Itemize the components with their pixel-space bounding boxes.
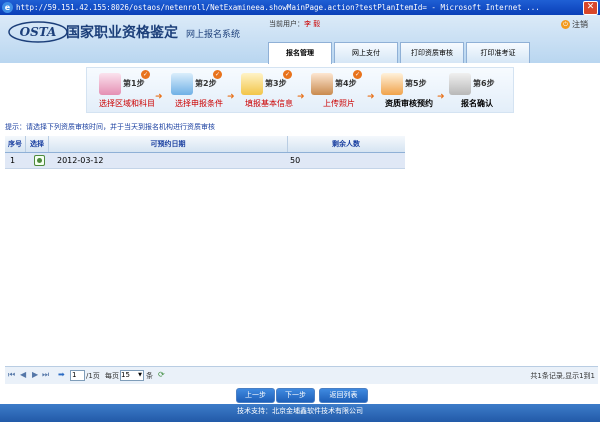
current-user-label: 当前用户： xyxy=(269,20,304,28)
progress-steps: 第1步 ✓ 选择区域和科目 ➜ 第2步 ✓ 选择申报条件 ➜ 第3步 ✓ 填报基… xyxy=(86,67,514,113)
row-index: 1 xyxy=(10,156,16,165)
photo-icon xyxy=(311,73,333,95)
last-page-icon[interactable]: ⏭ xyxy=(42,370,49,380)
per-page-value: 15 xyxy=(121,371,130,379)
per-page-label: 每页 xyxy=(105,372,119,380)
pen-icon xyxy=(449,73,471,95)
logo-text: OSTA xyxy=(20,25,57,39)
step-6: 第6步 报名确认 xyxy=(439,68,515,112)
browser-window: e http://59.151.42.155:8026/ostaos/neten… xyxy=(0,0,600,422)
current-user-name: 李 毅 xyxy=(304,20,321,28)
checklist-icon xyxy=(99,73,121,95)
logout-button[interactable]: ⏻ 注销 xyxy=(561,19,588,30)
refresh-icon[interactable]: ⟳ xyxy=(158,370,165,379)
step-name: 资质审核预约 xyxy=(385,99,433,108)
go-arrow-icon[interactable]: ➡ xyxy=(58,370,65,379)
table-header: 序号 选择 可预约日期 剩余人数 xyxy=(5,136,405,153)
next-step-button[interactable]: 下一步 xyxy=(276,388,315,403)
page-total: /1页 xyxy=(86,372,100,380)
step-name: 选择申报条件 xyxy=(175,99,223,108)
step-number: 第4步 xyxy=(335,79,357,88)
window-title: http://59.151.42.155:8026/ostaos/netenro… xyxy=(16,3,540,12)
step-number: 第2步 xyxy=(195,79,217,88)
tab-enroll-management[interactable]: 报名管理 xyxy=(268,42,332,64)
row-remaining: 50 xyxy=(290,156,301,165)
step-name: 选择区域和科目 xyxy=(99,99,155,108)
power-icon: ⏻ xyxy=(561,20,570,29)
step-name: 上传照片 xyxy=(323,99,355,108)
per-page-unit: 条 xyxy=(146,372,153,380)
step-5: 第5步 资质审核预约 xyxy=(371,68,447,112)
system-name: 网上报名系统 xyxy=(186,30,241,40)
tab-print-review[interactable]: 打印资质审核 xyxy=(400,42,464,63)
step-number: 第1步 xyxy=(123,79,145,88)
step-4: 第4步 ✓ 上传照片 xyxy=(301,68,377,112)
col-remaining: 剩余人数 xyxy=(332,140,360,148)
col-date: 可预约日期 xyxy=(49,136,288,152)
close-icon[interactable]: ✕ xyxy=(583,1,598,15)
first-page-icon[interactable]: ⏮ xyxy=(8,370,15,380)
step-number: 第3步 xyxy=(265,79,287,88)
id-card-icon xyxy=(171,73,193,95)
per-page-select[interactable]: 15 ▼ xyxy=(120,370,144,381)
window-title-bar: e http://59.151.42.155:8026/ostaos/neten… xyxy=(0,0,600,15)
prev-step-button[interactable]: 上一步 xyxy=(236,388,275,403)
step-1: 第1步 ✓ 选择区域和科目 xyxy=(89,68,165,112)
osta-logo: OSTA xyxy=(8,21,68,43)
tab-print-admission[interactable]: 打印准考证 xyxy=(466,42,530,63)
page-input[interactable]: 1 xyxy=(70,370,85,381)
check-icon: ✓ xyxy=(353,70,362,79)
check-icon: ✓ xyxy=(283,70,292,79)
step-name: 报名确认 xyxy=(461,99,493,108)
logout-label: 注销 xyxy=(572,20,588,29)
step-name: 填报基本信息 xyxy=(245,99,293,108)
row-date: 2012-03-12 xyxy=(57,156,104,165)
hint-text: 提示：请选择下列资质审核时间，并于当天到报名机构进行资质审核 xyxy=(5,123,215,131)
step-3: 第3步 ✓ 填报基本信息 xyxy=(231,68,307,112)
header: OSTA 国家职业资格鉴定 网上报名系统 当前用户：李 毅 ⏻ 注销 报名管理 网… xyxy=(0,15,600,64)
check-icon: ✓ xyxy=(141,70,150,79)
check-icon: ✓ xyxy=(213,70,222,79)
folder-icon xyxy=(241,73,263,95)
stamp-icon xyxy=(381,73,403,95)
footer: 技术支持：北京金埔鑫软件技术有限公司 xyxy=(0,404,600,422)
select-radio[interactable] xyxy=(34,155,45,166)
step-2: 第2步 ✓ 选择申报条件 xyxy=(161,68,237,112)
table-row[interactable]: 1 2012-03-12 50 xyxy=(5,153,405,169)
next-page-icon[interactable]: ▶ xyxy=(32,370,38,379)
ie-icon: e xyxy=(2,2,13,13)
current-user: 当前用户：李 毅 xyxy=(269,19,320,29)
step-number: 第6步 xyxy=(473,79,495,88)
pager: ⏮ ◀ ▶ ⏭ ➡ 1 /1页 每页 15 ▼ 条 ⟳ 共1条记录,显示1到1 xyxy=(5,366,598,384)
step-number: 第5步 xyxy=(405,79,427,88)
back-to-list-button[interactable]: 返回列表 xyxy=(319,388,368,403)
prev-page-icon[interactable]: ◀ xyxy=(20,370,26,379)
col-select: 选择 xyxy=(26,136,49,152)
record-status: 共1条记录,显示1到1 xyxy=(530,372,595,380)
chevron-down-icon: ▼ xyxy=(138,372,142,378)
org-name: 国家职业资格鉴定 xyxy=(66,25,178,41)
tab-online-payment[interactable]: 网上支付 xyxy=(334,42,398,63)
col-index: 序号 xyxy=(5,136,26,152)
